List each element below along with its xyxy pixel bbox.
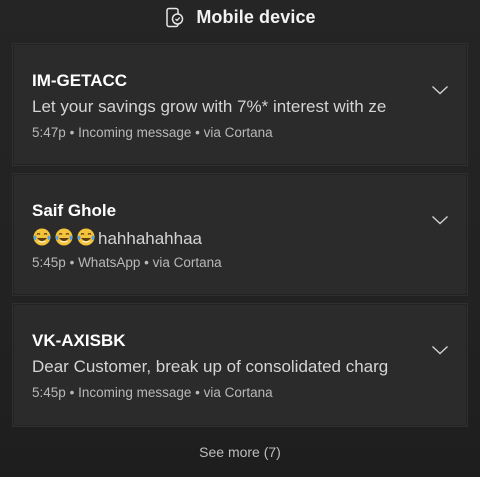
notification-body: hahhahahhaa: [32, 227, 422, 249]
group-title: Mobile device: [196, 6, 316, 27]
notification-body: Let your savings grow with 7%* interest …: [32, 97, 387, 116]
notification-sender: Saif Ghole: [32, 201, 117, 220]
chevron-down-icon[interactable]: [431, 214, 449, 226]
notification-time: 5:45p: [32, 255, 66, 270]
notification-via: via Cortana: [203, 385, 273, 400]
notification-via: via Cortana: [152, 255, 222, 270]
tears-of-joy-emoji-icon: [55, 228, 73, 246]
chevron-down-icon[interactable]: [431, 344, 449, 356]
notification-via: via Cortana: [203, 125, 273, 140]
notification-meta: 5:45p • Incoming message • via Cortana: [32, 385, 273, 400]
meta-separator: •: [69, 125, 75, 140]
tears-of-joy-emoji-icon: [33, 228, 51, 246]
chevron-down-icon[interactable]: [431, 84, 449, 96]
notification-sender: IM-GETACC: [32, 71, 128, 90]
notification-source: WhatsApp: [78, 255, 141, 270]
notification-time: 5:47p: [32, 125, 66, 140]
notification-time: 5:45p: [32, 385, 66, 400]
notification-meta: 5:45p • WhatsApp • via Cortana: [32, 255, 222, 270]
notification-card[interactable]: Saif Ghole hahhahahhaa 5:45p • WhatsApp …: [12, 173, 468, 296]
notification-panel: Mobile device IM-GETACC Let your savings…: [0, 0, 480, 477]
notification-card[interactable]: VK-AXISBK Dear Customer, break up of con…: [12, 303, 468, 427]
tears-of-joy-emoji-icon: [77, 228, 95, 246]
notification-meta: 5:47p • Incoming message • via Cortana: [32, 125, 273, 140]
notification-sender: VK-AXISBK: [32, 331, 126, 350]
notification-body-text: hahhahahhaa: [98, 229, 203, 248]
phone-link-icon: [166, 7, 184, 28]
see-more-link[interactable]: See more (7): [0, 444, 480, 460]
notification-body: Dear Customer, break up of consolidated …: [32, 357, 389, 376]
meta-separator: •: [195, 125, 200, 140]
meta-separator: •: [69, 385, 75, 400]
meta-separator: •: [69, 255, 75, 270]
meta-separator: •: [144, 255, 149, 270]
notification-source: Incoming message: [78, 125, 192, 140]
meta-separator: •: [195, 385, 200, 400]
group-header: Mobile device: [0, 0, 480, 34]
notification-card[interactable]: IM-GETACC Let your savings grow with 7%*…: [12, 43, 468, 166]
notification-source: Incoming message: [78, 385, 192, 400]
